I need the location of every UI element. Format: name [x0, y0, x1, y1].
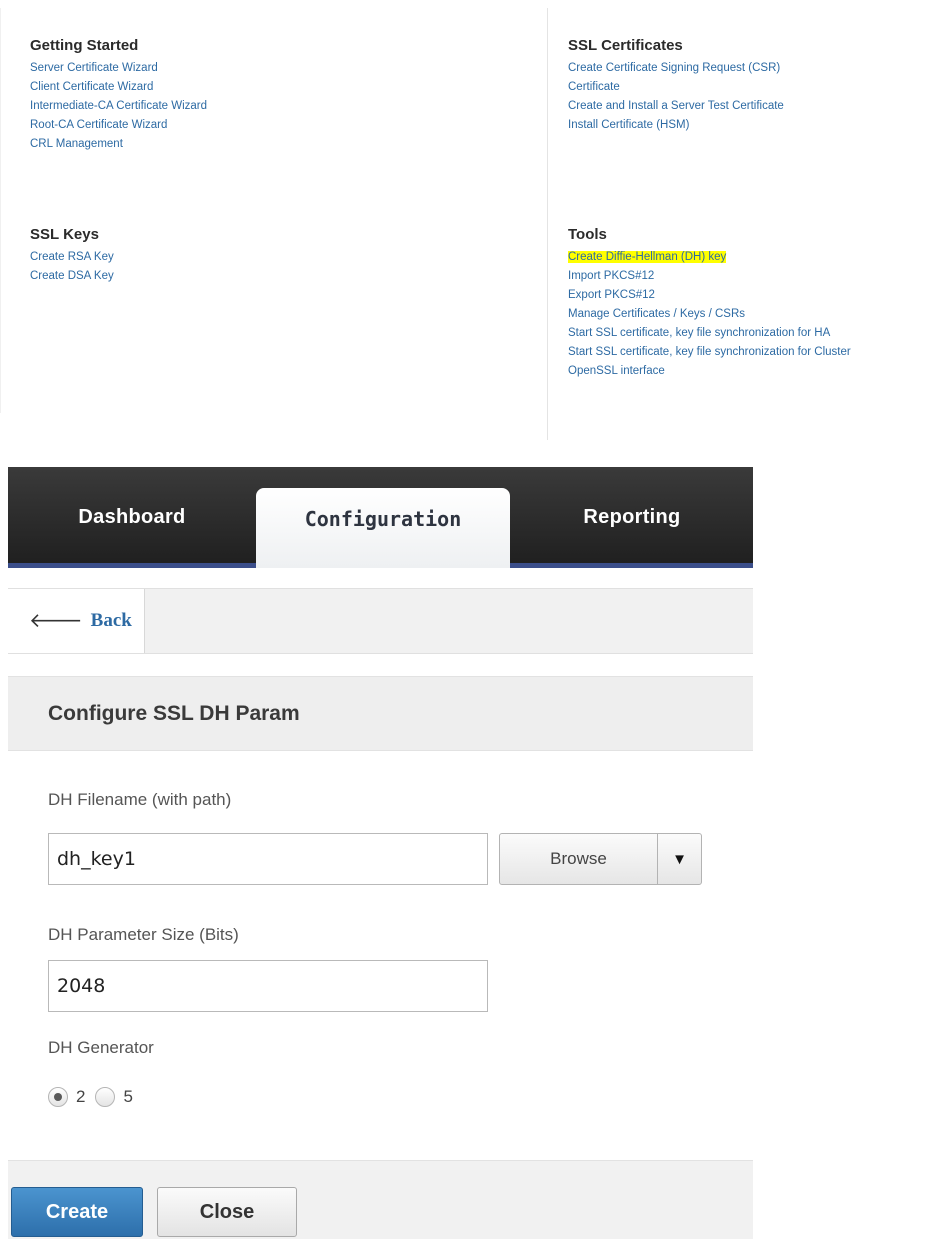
create-button[interactable]: Create: [11, 1187, 143, 1237]
link-import-pkcs12[interactable]: Import PKCS#12: [568, 267, 851, 286]
link-sync-for-cluster[interactable]: Start SSL certificate, key file synchron…: [568, 343, 851, 362]
column-divider: [547, 8, 548, 440]
radio-generator-5[interactable]: [95, 1087, 116, 1107]
group-ssl-certificates: SSL Certificates Create Certificate Sign…: [568, 35, 784, 135]
dh-parameter-size-input[interactable]: [48, 960, 488, 1012]
back-label: Back: [90, 610, 132, 631]
tab-reporting[interactable]: Reporting: [511, 467, 753, 567]
radio-label-5: 5: [123, 1087, 133, 1106]
radio-generator-2[interactable]: [48, 1087, 68, 1107]
link-create-csr[interactable]: Create Certificate Signing Request (CSR): [568, 59, 784, 78]
link-certificate[interactable]: Certificate: [568, 78, 784, 97]
link-server-certificate-wizard[interactable]: Server Certificate Wizard: [30, 59, 207, 78]
panel-left-border: [0, 8, 8, 413]
link-client-certificate-wizard[interactable]: Client Certificate Wizard: [30, 78, 207, 97]
link-root-ca-certificate-wizard[interactable]: Root-CA Certificate Wizard: [30, 116, 207, 135]
link-create-install-server-test-certificate[interactable]: Create and Install a Server Test Certifi…: [568, 97, 784, 116]
link-openssl-interface[interactable]: OpenSSL interface: [568, 362, 851, 381]
dialog-header: Configure SSL DH Param: [8, 676, 753, 751]
ssl-utilities-panel: Getting Started Server Certificate Wizar…: [0, 0, 941, 440]
caret-down-icon[interactable]: ▼: [658, 834, 701, 884]
group-getting-started: Getting Started Server Certificate Wizar…: [30, 35, 207, 154]
group-title-tools: Tools: [568, 226, 607, 243]
dh-filename-input[interactable]: [48, 833, 488, 885]
link-export-pkcs12[interactable]: Export PKCS#12: [568, 286, 851, 305]
group-title-ssl-certificates: SSL Certificates: [568, 37, 683, 54]
dh-generator-radio-group: 2 5: [48, 1085, 143, 1109]
link-sync-for-ha[interactable]: Start SSL certificate, key file synchron…: [568, 324, 851, 343]
dh-generator-label: DH Generator: [48, 1038, 154, 1057]
link-install-certificate-hsm[interactable]: Install Certificate (HSM): [568, 116, 784, 135]
link-create-dh-key[interactable]: Create Diffie-Hellman (DH) key: [568, 248, 851, 267]
group-tools: Tools Create Diffie-Hellman (DH) key Imp…: [568, 224, 851, 381]
highlighted-link-text: Create Diffie-Hellman (DH) key: [568, 251, 727, 263]
close-button[interactable]: Close: [157, 1187, 297, 1237]
browse-label: Browse: [500, 834, 658, 884]
group-title-getting-started: Getting Started: [30, 37, 139, 54]
back-button[interactable]: 🡐 Back: [8, 589, 145, 653]
link-manage-certificates-keys-csrs[interactable]: Manage Certificates / Keys / CSRs: [568, 305, 851, 324]
dialog-title: Configure SSL DH Param: [48, 701, 300, 725]
tab-configuration[interactable]: Configuration: [256, 488, 510, 568]
tab-dashboard[interactable]: Dashboard: [8, 467, 256, 567]
link-create-dsa-key[interactable]: Create DSA Key: [30, 267, 114, 286]
link-intermediate-ca-certificate-wizard[interactable]: Intermediate-CA Certificate Wizard: [30, 97, 207, 116]
dh-filename-label: DH Filename (with path): [48, 790, 232, 809]
left-arrow-icon: 🡐: [29, 610, 83, 632]
group-ssl-keys: SSL Keys Create RSA Key Create DSA Key: [30, 224, 114, 286]
dh-parameter-size-label: DH Parameter Size (Bits): [48, 925, 239, 944]
link-crl-management[interactable]: CRL Management: [30, 135, 207, 154]
radio-label-2: 2: [76, 1087, 86, 1106]
group-title-ssl-keys: SSL Keys: [30, 226, 99, 243]
browse-button[interactable]: Browse ▼: [499, 833, 702, 885]
radio-selected-dot: [54, 1093, 62, 1101]
navigation-bar: 🡐 Back: [8, 588, 753, 654]
link-create-rsa-key[interactable]: Create RSA Key: [30, 248, 114, 267]
